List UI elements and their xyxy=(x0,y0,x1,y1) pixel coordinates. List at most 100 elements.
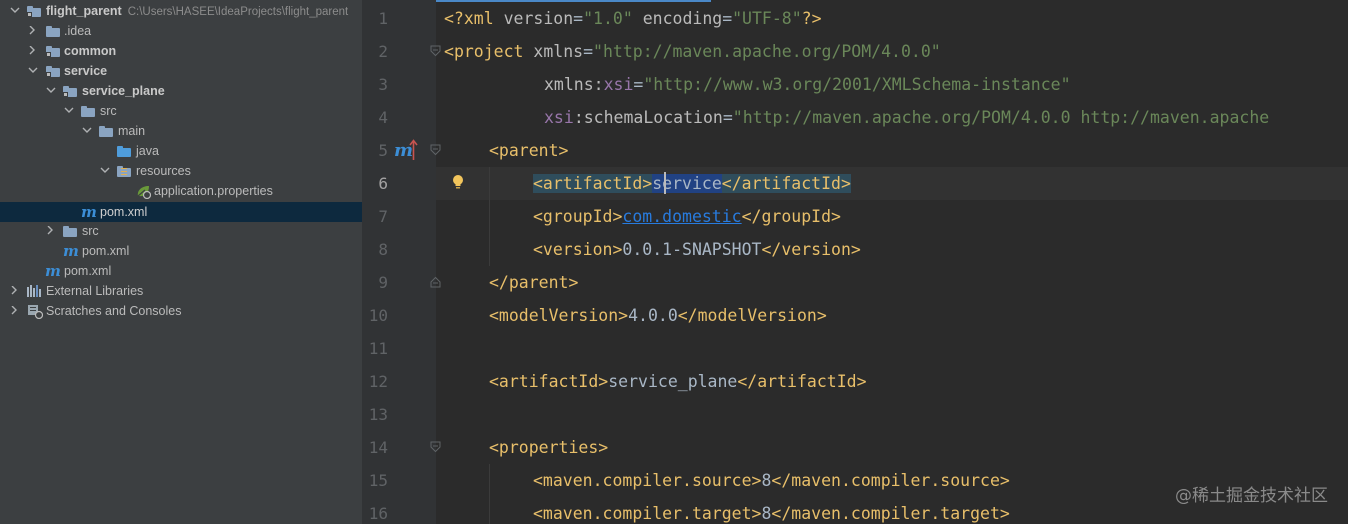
module-folder-icon xyxy=(63,83,79,99)
chevron-down-icon[interactable] xyxy=(46,81,56,101)
chevron-right-icon[interactable] xyxy=(10,281,20,301)
code-line-3[interactable]: xmlns:xsi="http://www.w3.org/2001/XMLSch… xyxy=(544,68,1071,101)
folder-icon xyxy=(81,103,97,119)
line-number: 3 xyxy=(378,75,388,94)
code-line-12[interactable]: <artifactId>service_plane</artifactId> xyxy=(489,365,867,398)
folder-icon xyxy=(46,23,62,39)
line-number: 14 xyxy=(368,438,388,457)
resources-folder-icon xyxy=(117,163,133,179)
code-line-4[interactable]: xsi:schemaLocation="http://maven.apache.… xyxy=(544,101,1269,134)
line-number: 8 xyxy=(378,240,388,259)
code-line-14[interactable]: <properties> xyxy=(489,431,608,464)
tree-item-common[interactable]: common xyxy=(0,41,362,61)
tree-item-src[interactable]: src xyxy=(0,101,362,121)
fold-marker-icon[interactable] xyxy=(430,441,441,453)
tree-item-label: src xyxy=(82,224,99,238)
code-line-8[interactable]: <version>0.0.1-SNAPSHOT</version> xyxy=(533,233,861,266)
tree-item-label: service_plane xyxy=(82,84,165,98)
tree-item-service-plane[interactable]: service_plane xyxy=(0,81,362,101)
folder-icon xyxy=(63,223,79,239)
tree-item-main[interactable]: main xyxy=(0,121,362,141)
library-icon xyxy=(27,283,43,299)
fold-marker-icon[interactable] xyxy=(430,144,441,156)
tree-item-label: src xyxy=(100,104,117,118)
tree-item-src-service[interactable]: src xyxy=(0,221,362,241)
tree-item-label: main xyxy=(118,124,146,138)
code-editor[interactable]: 1 2 3 4 5 6 7 8 9 10 11 12 13 14 15 16 m… xyxy=(362,0,1348,524)
lightbulb-icon[interactable] xyxy=(452,174,464,190)
indent-guide xyxy=(489,167,490,266)
override-arrow-icon[interactable] xyxy=(409,139,418,166)
line-number: 4 xyxy=(378,108,388,127)
tree-item-label: pom.xml xyxy=(64,264,112,278)
code-line-2[interactable]: <project xmlns="http://maven.apache.org/… xyxy=(444,35,941,68)
chevron-down-icon[interactable] xyxy=(28,61,38,81)
fold-marker-icon[interactable] xyxy=(430,276,441,288)
scratches-icon xyxy=(27,303,44,320)
maven-icon: m xyxy=(45,262,61,280)
tree-item-pom-root[interactable]: m pom.xml xyxy=(0,261,362,281)
code-line-16[interactable]: <maven.compiler.target>8</maven.compiler… xyxy=(533,497,1010,524)
module-folder-icon xyxy=(27,3,43,19)
line-number: 11 xyxy=(368,339,388,358)
project-path: C:\Users\HASEE\IdeaProjects\flight_paren… xyxy=(127,6,349,18)
tree-item-service[interactable]: service xyxy=(0,61,362,81)
tree-item-label: flight_parent xyxy=(46,4,122,18)
tree-item-pom-service[interactable]: m pom.xml xyxy=(0,241,362,261)
chevron-right-icon[interactable] xyxy=(28,41,38,61)
chevron-down-icon[interactable] xyxy=(64,101,74,121)
line-number: 7 xyxy=(378,207,388,226)
code-line-9[interactable]: </parent> xyxy=(489,266,578,299)
fold-marker-icon[interactable] xyxy=(430,45,441,57)
tree-item-resources[interactable]: resources xyxy=(0,161,362,181)
chevron-down-icon[interactable] xyxy=(10,1,20,21)
code-line-7[interactable]: <groupId>com.domestic</groupId> xyxy=(533,200,841,233)
code-line-1[interactable]: <?xml version="1.0" encoding="UTF-8"?> xyxy=(444,2,822,35)
tree-item-label: Scratches and Consoles xyxy=(46,304,182,318)
indent-guide xyxy=(489,464,490,524)
line-number: 12 xyxy=(368,372,388,391)
code-line-10[interactable]: <modelVersion>4.0.0</modelVersion> xyxy=(489,299,827,332)
tree-item-pom-plane[interactable]: m pom.xml xyxy=(0,202,362,222)
tree-item-label: pom.xml xyxy=(82,244,130,258)
folder-icon xyxy=(99,123,115,139)
line-number: 2 xyxy=(378,42,388,61)
tree-item-flight-parent[interactable]: flight_parent C:\Users\HASEE\IdeaProjects… xyxy=(0,1,362,21)
tree-item-label: service xyxy=(64,64,108,78)
source-folder-icon xyxy=(117,143,133,159)
tree-item-label: pom.xml xyxy=(100,205,148,219)
line-number: 1 xyxy=(378,9,388,28)
chevron-down-icon[interactable] xyxy=(82,121,92,141)
line-number: 9 xyxy=(378,273,388,292)
line-number: 10 xyxy=(368,306,388,325)
maven-icon: m xyxy=(63,242,79,260)
line-number: 15 xyxy=(368,471,388,490)
line-number: 5 xyxy=(378,141,388,160)
chevron-right-icon[interactable] xyxy=(46,221,56,241)
tree-item-label: common xyxy=(64,44,117,58)
chevron-down-icon[interactable] xyxy=(100,161,110,181)
tree-item-label: java xyxy=(136,144,159,158)
spring-config-icon xyxy=(135,183,152,200)
tree-item-label: application.properties xyxy=(154,184,273,198)
module-folder-icon xyxy=(46,63,62,79)
tree-item-label: resources xyxy=(136,164,191,178)
chevron-right-icon[interactable] xyxy=(28,21,38,41)
text-caret xyxy=(664,172,666,194)
maven-icon: m xyxy=(81,203,97,221)
line-number: 16 xyxy=(368,504,388,523)
watermark: @稀土掘金技术社区 xyxy=(1175,486,1328,506)
code-line-5[interactable]: <parent> xyxy=(489,134,568,167)
code-line-15[interactable]: <maven.compiler.source>8</maven.compiler… xyxy=(533,464,1010,497)
code-line-6[interactable]: <artifactId>service</artifactId> xyxy=(533,167,851,200)
tree-item-external-libraries[interactable]: External Libraries xyxy=(0,281,362,301)
tree-item-scratches[interactable]: Scratches and Consoles xyxy=(0,301,362,321)
chevron-right-icon[interactable] xyxy=(10,301,20,321)
tree-item-java[interactable]: java xyxy=(0,141,362,161)
tree-item-label: External Libraries xyxy=(46,284,144,298)
module-folder-icon xyxy=(46,43,62,59)
line-number: 6 xyxy=(378,174,388,193)
tree-item-label: .idea xyxy=(64,24,92,38)
tree-item-idea[interactable]: .idea xyxy=(0,21,362,41)
tree-item-application-properties[interactable]: application.properties xyxy=(0,181,362,201)
